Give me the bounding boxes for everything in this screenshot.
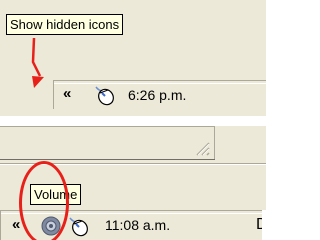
annotation-circle (19, 161, 69, 240)
tray-clock[interactable]: 11:08 a.m. (105, 217, 170, 233)
tray-screenshot-show-hidden: Show hidden icons « 6:26 p.m. (0, 0, 266, 116)
mouse-icon[interactable] (91, 83, 117, 107)
mouse-icon[interactable] (65, 214, 91, 238)
page-edge (262, 210, 266, 240)
tray-screenshot-volume: « 11:08 a.m. Volume D (0, 126, 266, 240)
show-hidden-icons-button[interactable]: « (12, 216, 20, 233)
system-tray: « 6:26 p.m. (53, 80, 266, 109)
resize-grip-icon[interactable] (193, 139, 211, 157)
show-hidden-icons-button[interactable]: « (63, 85, 71, 102)
tray-clock[interactable]: 6:26 p.m. (128, 87, 186, 103)
window-edge (214, 126, 215, 159)
